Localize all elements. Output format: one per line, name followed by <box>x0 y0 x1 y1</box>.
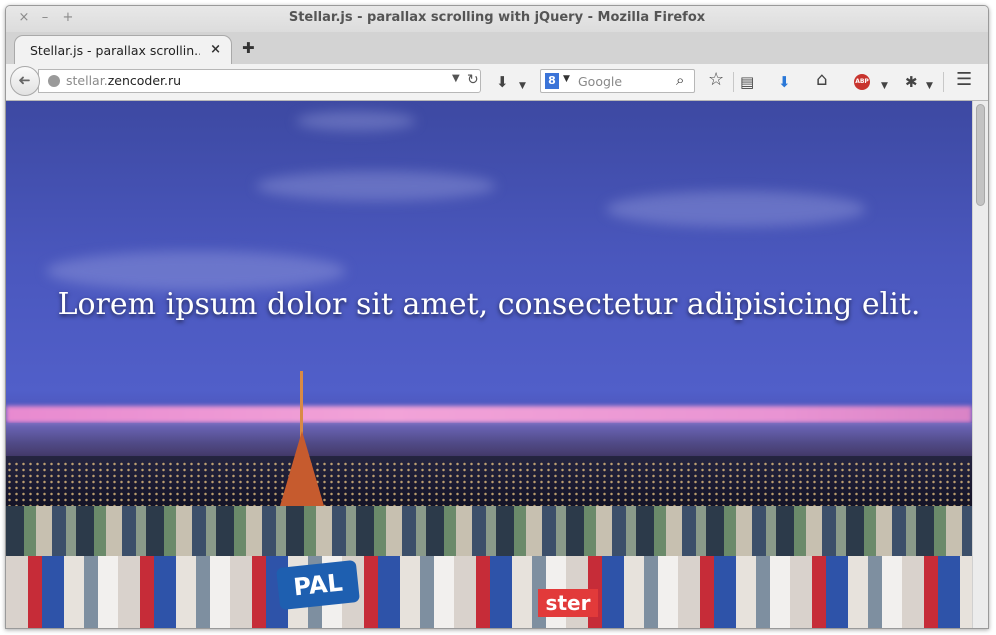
search-placeholder: Google <box>578 74 623 89</box>
tab-title: Stellar.js - parallax scrollin... <box>30 43 200 58</box>
reload-icon[interactable]: ↻ <box>467 72 479 88</box>
search-bar[interactable]: 8 ▼ Google ⌕ <box>540 69 695 93</box>
url-domain: zencoder.ru <box>107 73 182 88</box>
cloud <box>296 111 416 131</box>
pal-sign: PAL <box>276 559 360 611</box>
search-engine-dropdown-icon[interactable]: ▼ <box>563 74 570 84</box>
search-icon[interactable]: ⌕ <box>676 71 684 89</box>
home-icon[interactable]: ⌂ <box>816 71 827 89</box>
url-bar[interactable]: stellar.zencoder.ru ▼ ↻ <box>38 69 481 93</box>
bookmark-star-icon[interactable]: ☆ <box>708 71 724 89</box>
back-arrow-icon: ➜ <box>18 71 31 89</box>
toolbar-separator <box>733 72 734 92</box>
toolbar-separator <box>943 72 944 92</box>
tab-close-icon[interactable]: × <box>210 42 221 57</box>
addon-puzzle-icon[interactable]: ✱ <box>905 74 918 90</box>
cloud <box>46 251 346 291</box>
download-blocked-icon[interactable]: ⬇ <box>496 74 509 90</box>
downloads-icon[interactable]: ⬇ <box>778 74 791 90</box>
firefox-window: × – + Stellar.js - parallax scrolling wi… <box>5 5 989 629</box>
bookmarks-menu-icon[interactable]: ▤ <box>740 74 754 90</box>
cloud <box>256 171 496 201</box>
horizon-glow <box>6 406 972 423</box>
vertical-scrollbar[interactable] <box>972 101 988 628</box>
tab-strip: Stellar.js - parallax scrollin... × ✚ <box>6 32 988 65</box>
title-bar: × – + Stellar.js - parallax scrolling wi… <box>6 6 988 32</box>
adblock-plus-icon[interactable]: ABP <box>854 74 870 90</box>
street-scene-strip <box>6 506 972 556</box>
globe-icon <box>48 75 60 87</box>
ester-sign: ster <box>538 589 598 617</box>
new-tab-button[interactable]: ✚ <box>242 39 255 57</box>
url-text[interactable]: stellar.zencoder.ru <box>66 73 181 88</box>
back-button[interactable]: ➜ <box>10 66 40 96</box>
cloud <box>606 191 866 227</box>
navigation-toolbar: stellar.zencoder.ru ▼ ↻ ➜ ⬇ ▼ 8 ▼ Google… <box>6 64 988 101</box>
addon-dropdown-icon[interactable]: ▼ <box>519 78 526 94</box>
search-engine-icon[interactable]: 8 <box>545 73 559 89</box>
window-title: Stellar.js - parallax scrolling with jQu… <box>288 10 706 25</box>
scrollbar-thumb[interactable] <box>976 104 985 206</box>
url-history-dropdown-icon[interactable]: ▼ <box>452 73 460 84</box>
hero-heading: Lorem ipsum dolor sit amet, consectetur … <box>57 287 921 322</box>
hamburger-menu-icon[interactable]: ☰ <box>956 71 972 89</box>
adblock-dropdown-icon[interactable]: ▼ <box>881 78 888 94</box>
tab-stellar[interactable]: Stellar.js - parallax scrollin... × <box>14 35 232 65</box>
tv-tower <box>280 431 324 506</box>
page-content: PAL ster Lorem ipsum dolor sit amet, con… <box>6 101 972 628</box>
addon-menu-dropdown-icon[interactable]: ▼ <box>926 78 933 94</box>
city-lights <box>6 461 972 506</box>
signage-strip <box>6 556 972 628</box>
url-subdomain: stellar. <box>66 73 108 88</box>
